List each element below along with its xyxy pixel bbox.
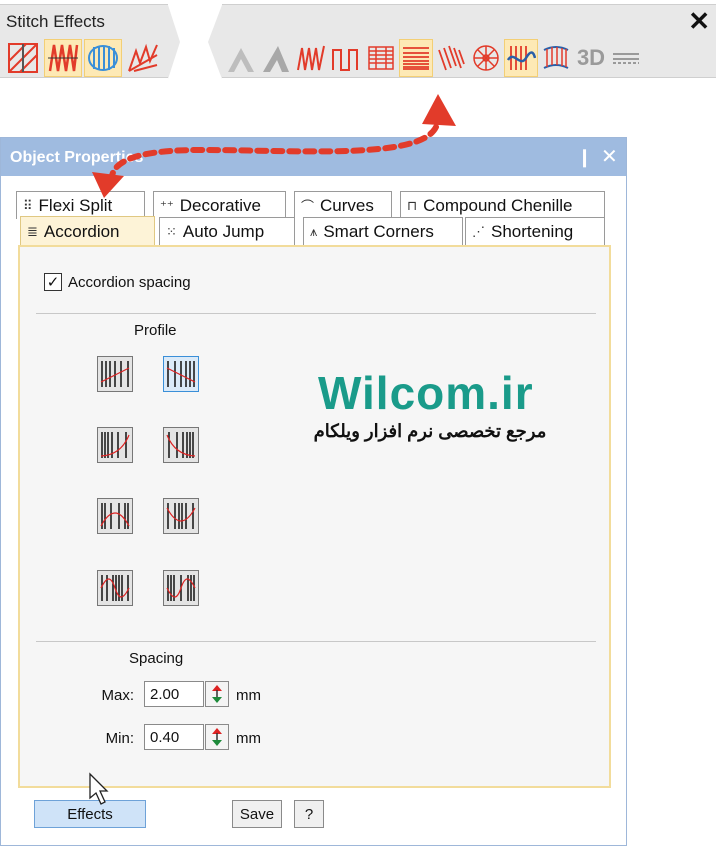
max-spin-button[interactable] — [205, 681, 229, 707]
line-settings-icon[interactable] — [609, 39, 643, 77]
tab-accordion[interactable]: ≣ Accordion — [20, 216, 155, 246]
accordion-spacing-checkbox[interactable]: ✓ — [44, 273, 62, 291]
tab-label: Curves — [320, 195, 374, 215]
tab-compound-chenille[interactable]: ⊓ Compound Chenille — [400, 191, 605, 219]
effects-button[interactable]: Effects — [34, 800, 146, 828]
accordion-tab-content: ✓ Accordion spacing Profile Spacing Max:… — [18, 245, 611, 788]
tab-shortening[interactable]: ⋰ Shortening — [465, 217, 605, 245]
stitch-effects-toolbar-left: Stitch Effects — [0, 4, 180, 79]
tab-curves[interactable]: ⌒ Curves — [294, 191, 392, 219]
tab-label: Decorative — [179, 195, 261, 215]
screen-root: Stitch Effects ✕ 3D Object Properties ❙ … — [0, 0, 716, 846]
curved-fill-icon[interactable] — [539, 39, 573, 77]
max-spacing-input[interactable] — [144, 681, 204, 707]
help-button[interactable]: ? — [294, 800, 324, 828]
spacing-label: Spacing — [129, 650, 184, 667]
accordion-spacing-icon[interactable] — [399, 39, 433, 77]
shortening-icon: ⋰ — [472, 223, 485, 239]
arrow-head-top — [422, 94, 456, 126]
profile-linear-down-button[interactable] — [163, 356, 199, 392]
toolbar-close-icon[interactable]: ✕ — [688, 7, 710, 35]
tab-label: Compound Chenille — [423, 195, 573, 215]
watermark-title: Wilcom.ir — [318, 367, 534, 419]
accordion-icon: ≣ — [27, 223, 38, 239]
watermark-subtitle: مرجع تخصصی نرم افزار ویلکام — [313, 421, 547, 441]
profile-curve-down-button[interactable] — [163, 427, 199, 463]
flexi-split-icon: ⠿ — [23, 197, 33, 213]
accordion-spacing-row[interactable]: ✓ Accordion spacing — [44, 273, 191, 291]
tab-label: Shortening — [491, 221, 574, 241]
tab-label: Accordion — [43, 221, 120, 241]
tab-auto-jump[interactable]: ⁙ Auto Jump — [159, 217, 295, 245]
3d-effect-icon[interactable]: 3D — [574, 39, 608, 77]
compound-chenille-icon: ⊓ — [407, 197, 418, 213]
min-spin-button[interactable] — [205, 724, 229, 750]
toolbar-right-icons: 3D — [224, 39, 643, 77]
radial-fill-icon[interactable] — [469, 39, 503, 77]
separator — [36, 313, 596, 314]
square-wave-icon[interactable] — [329, 39, 363, 77]
profile-wave-a-button[interactable] — [97, 570, 133, 606]
toolbar-left-icons — [4, 39, 162, 77]
profile-curve-up-button[interactable] — [97, 427, 133, 463]
smart-corners-icon: ⩚ — [310, 223, 318, 239]
toolbar-title: Stitch Effects — [6, 12, 105, 31]
tab-flexi-split[interactable]: ⠿ Flexi Split — [16, 191, 145, 219]
min-unit: mm — [236, 730, 261, 747]
profile-arch-button[interactable] — [97, 498, 133, 534]
min-spacing-input[interactable] — [144, 724, 204, 750]
profile-label: Profile — [134, 322, 177, 339]
wave-effect-icon[interactable] — [504, 39, 538, 77]
panel-title: Object Properties — [10, 149, 144, 166]
max-label: Max: — [101, 687, 134, 704]
save-button[interactable]: Save — [232, 800, 282, 828]
min-label: Min: — [105, 730, 134, 747]
auto-jump-icon: ⁙ — [166, 223, 177, 239]
close-icon[interactable]: ✕ — [601, 144, 618, 169]
curves-icon: ⌒ — [301, 199, 315, 214]
cross-stitch-icon[interactable] — [4, 39, 42, 77]
tab-label: Smart Corners — [323, 221, 434, 241]
pin-icon[interactable]: ❙ — [577, 147, 592, 168]
profile-wave-b-button[interactable] — [163, 570, 199, 606]
panel-title-bar[interactable]: Object Properties ❙ ✕ — [1, 138, 626, 176]
profile-linear-up-button[interactable] — [97, 356, 133, 392]
tab-label: Auto Jump — [182, 221, 265, 241]
max-unit: mm — [236, 687, 261, 704]
profile-valley-button[interactable] — [163, 498, 199, 534]
diagonal-pattern-icon[interactable] — [434, 39, 468, 77]
object-properties-panel: Object Properties ❙ ✕ ⠿ Flexi Split ⁺⁺ D… — [0, 137, 627, 846]
tab-label: Flexi Split — [38, 195, 113, 215]
tab-smart-corners[interactable]: ⩚ Smart Corners — [303, 217, 463, 245]
wave-fill-icon[interactable] — [84, 39, 122, 77]
zigzag-edge-icon[interactable] — [294, 39, 328, 77]
decorative-icon: ⁺⁺ — [160, 197, 174, 213]
tab-decorative[interactable]: ⁺⁺ Decorative — [153, 191, 286, 219]
separator — [36, 641, 596, 642]
stitch-effects-toolbar-right: ✕ 3D — [208, 4, 716, 79]
jagged-edge-icon[interactable] — [124, 39, 162, 77]
accordion-fill-icon[interactable] — [364, 39, 398, 77]
accordion-spacing-label: Accordion spacing — [68, 273, 191, 291]
sharp-corner-b-icon[interactable] — [259, 39, 293, 77]
sharp-corner-a-icon[interactable] — [224, 39, 258, 77]
zigzag-fill-icon[interactable] — [44, 39, 82, 77]
